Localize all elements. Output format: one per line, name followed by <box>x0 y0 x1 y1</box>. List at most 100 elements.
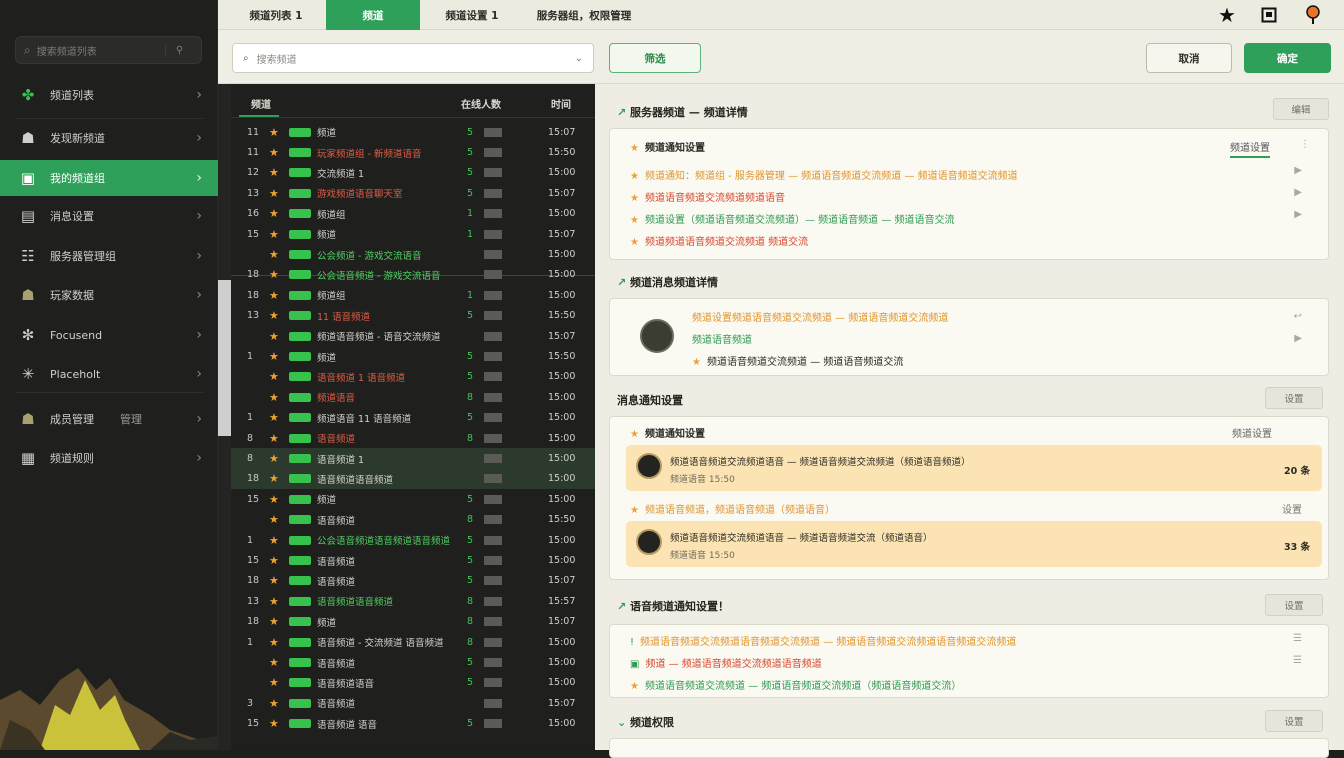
star-icon[interactable]: ★ <box>269 574 279 587</box>
star-icon[interactable]: ★ <box>269 554 279 567</box>
column-header-time[interactable]: 时间 <box>551 96 571 111</box>
more-icon[interactable]: ⋮ <box>1300 139 1310 150</box>
settings-button[interactable]: 设置 <box>1265 594 1323 616</box>
edit-button[interactable]: 编辑 <box>1273 98 1329 120</box>
search-button[interactable]: ⚲ <box>165 44 193 56</box>
tab-server-groups[interactable]: 服务器组，权限管理 <box>524 0 644 30</box>
star-icon[interactable]: ★ <box>269 207 279 220</box>
star-icon[interactable]: ★ <box>269 513 279 526</box>
star-icon[interactable]: ★ <box>269 636 279 649</box>
tab-channel[interactable]: 频道 <box>326 0 420 30</box>
star-icon[interactable]: ★ <box>269 676 279 689</box>
star-icon[interactable]: ★ <box>269 166 279 179</box>
star-icon[interactable]: ★ <box>269 411 279 424</box>
play-icon[interactable]: ▶ <box>1294 209 1302 220</box>
table-row[interactable]: 15 ★ 频道 1 15:07 <box>231 224 595 244</box>
table-row[interactable]: 8 ★ 语音频道 8 15:00 <box>231 428 595 448</box>
table-row[interactable]: ★ 语音频道 8 15:50 <box>231 510 595 530</box>
star-icon[interactable]: ★ <box>269 493 279 506</box>
channel-filter-select[interactable]: ⌕ 搜索频道 ⌄ <box>232 43 594 73</box>
table-row[interactable]: 18 ★ 频道 8 15:07 <box>231 612 595 632</box>
star-icon[interactable]: ★ <box>269 228 279 241</box>
table-row[interactable]: 18 ★ 频道组 1 15:00 <box>231 285 595 305</box>
settings-button[interactable]: 设置 <box>1265 710 1323 732</box>
table-scrollbar[interactable] <box>218 280 231 436</box>
sidebar-item-servers[interactable]: ☷ 服务器管理组 › <box>0 238 218 274</box>
sidebar-item-my-groups[interactable]: ▣ 我的频道组 › <box>0 160 218 196</box>
star-icon[interactable]: ★ <box>269 595 279 608</box>
reply-icon[interactable]: ↩ <box>1294 311 1302 322</box>
table-row[interactable]: 1 ★ 公会语音频道语音频道语音频道 5 15:00 <box>231 530 595 550</box>
sidebar-item-players[interactable]: ☗ 玩家数据 › <box>0 277 218 313</box>
card-tab-settings[interactable]: 频道设置 <box>1230 139 1270 158</box>
sidebar-search-input[interactable]: 搜索频道列表 <box>37 43 165 58</box>
play-icon[interactable]: ▶ <box>1294 333 1302 344</box>
table-row[interactable]: 3 ★ 语音频道 15:07 <box>231 693 595 713</box>
star-icon[interactable]: ★ <box>1212 0 1242 30</box>
sidebar-item-rules[interactable]: ▦ 频道规则 › <box>0 440 218 476</box>
table-row[interactable]: 11 ★ 玩家频道组 - 新频道语音 5 15:50 <box>231 142 595 162</box>
channel-filter-input[interactable]: 搜索频道 <box>257 51 575 66</box>
column-header-name[interactable]: 频道 <box>251 96 271 111</box>
star-icon[interactable]: ★ <box>269 452 279 465</box>
location-pin-icon[interactable] <box>1298 0 1328 30</box>
table-row[interactable]: 18 ★ 语音频道 5 15:07 <box>231 571 595 591</box>
star-icon[interactable]: ★ <box>269 126 279 139</box>
star-icon[interactable]: ★ <box>269 289 279 302</box>
star-icon[interactable]: ★ <box>269 350 279 363</box>
table-row[interactable]: 1 ★ 频道 5 15:50 <box>231 346 595 366</box>
table-row[interactable]: 18 ★ 语音频道语音频道 15:00 <box>231 468 595 490</box>
star-icon[interactable]: ★ <box>269 330 279 343</box>
table-row[interactable]: ★ 语音频道 1 语音频道 5 15:00 <box>231 367 595 387</box>
cancel-button[interactable]: 取消 <box>1146 43 1232 73</box>
star-icon[interactable]: ★ <box>269 248 279 261</box>
star-icon[interactable]: ★ <box>269 391 279 404</box>
star-icon[interactable]: ★ <box>269 717 279 730</box>
notification-item[interactable]: 频道语音频道交流频道语音 — 频道语音频道交流（频道语音） 频道语音 15:50… <box>626 521 1322 567</box>
star-icon[interactable]: ★ <box>269 656 279 669</box>
play-icon[interactable]: ▶ <box>1294 165 1302 176</box>
star-icon[interactable]: ★ <box>269 697 279 710</box>
star-icon[interactable]: ★ <box>269 432 279 445</box>
tab-channel-settings[interactable]: 频道设置 1 <box>420 0 524 30</box>
sidebar-item-placeholt[interactable]: ✳ Placeholt › <box>0 356 218 392</box>
card-line-right[interactable]: 设置 <box>1282 501 1302 516</box>
notification-item[interactable]: 频道语音频道交流频道语音 — 频道语音频道交流频道（频道语音频道） 频道语音 1… <box>626 445 1322 491</box>
star-icon[interactable]: ★ <box>269 615 279 628</box>
sidebar-item-focusend[interactable]: ✻ Focusend › <box>0 317 218 353</box>
star-icon[interactable]: ★ <box>269 187 279 200</box>
table-row[interactable]: ★ 语音频道语音 5 15:00 <box>231 673 595 693</box>
table-row[interactable]: ★ 语音频道 5 15:00 <box>231 652 595 672</box>
table-row[interactable]: 1 ★ 频道语音 11 语音频道 5 15:00 <box>231 408 595 428</box>
star-icon[interactable]: ★ <box>269 309 279 322</box>
sidebar-item-members[interactable]: ☗ 成员管理 管理 › <box>0 401 218 437</box>
sidebar-item-channels[interactable]: ✤ 频道列表 › <box>0 77 218 113</box>
sidebar-search[interactable]: ⌕ 搜索频道列表 ⚲ <box>15 36 202 64</box>
list-icon[interactable]: ☰ <box>1293 655 1302 666</box>
table-row[interactable]: 1 ★ 语音频道 - 交流频道 语音频道 8 15:00 <box>231 632 595 652</box>
table-row[interactable]: 13 ★ 游戏频道语音聊天室 5 15:07 <box>231 183 595 203</box>
table-row[interactable]: 15 ★ 频道 5 15:00 <box>231 489 595 509</box>
sidebar-item-discover[interactable]: ☗ 发现新频道 › <box>0 120 218 156</box>
table-row[interactable]: 16 ★ 频道组 1 15:00 <box>231 204 595 224</box>
table-row[interactable]: ★ 频道语音 8 15:00 <box>231 387 595 407</box>
avatar[interactable] <box>640 319 674 353</box>
list-icon[interactable]: ☰ <box>1293 633 1302 644</box>
play-icon[interactable]: ▶ <box>1294 187 1302 198</box>
sidebar-item-messages[interactable]: ▤ 消息设置 › <box>0 198 218 234</box>
star-icon[interactable]: ★ <box>269 534 279 547</box>
star-icon[interactable]: ★ <box>269 146 279 159</box>
star-icon[interactable]: ★ <box>269 370 279 383</box>
table-row[interactable]: 18 ★ 公会语音频道 - 游戏交流语音 15:00 <box>231 265 595 285</box>
table-row[interactable]: 11 ★ 频道 5 15:07 <box>231 122 595 142</box>
table-row[interactable]: 13 ★ 语音频道语音频道 8 15:57 <box>231 591 595 611</box>
card-header-right[interactable]: 频道设置 <box>1232 425 1272 440</box>
table-row[interactable]: 15 ★ 语音频道 5 15:00 <box>231 550 595 570</box>
tab-channel-list[interactable]: 频道列表 1 <box>226 0 326 30</box>
confirm-button[interactable]: 确定 <box>1244 43 1331 73</box>
table-row[interactable]: 12 ★ 交流频道 1 5 15:00 <box>231 163 595 183</box>
settings-button[interactable]: 设置 <box>1265 387 1323 409</box>
star-icon[interactable]: ★ <box>269 268 279 281</box>
filter-button[interactable]: 筛选 <box>609 43 701 73</box>
table-row[interactable]: 13 ★ 11 语音频道 5 15:50 <box>231 306 595 326</box>
